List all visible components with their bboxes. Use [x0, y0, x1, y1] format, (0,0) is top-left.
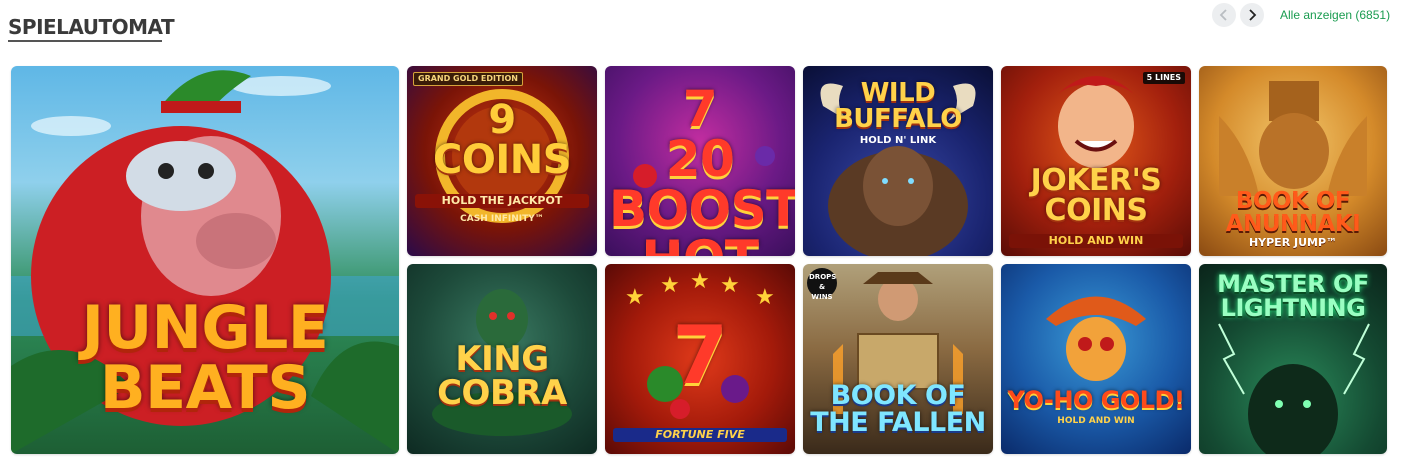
svg-text:★: ★ [755, 284, 775, 309]
svg-text:★: ★ [690, 268, 710, 293]
game-subtitle: FORTUNE FIVE [613, 428, 787, 442]
svg-text:★: ★ [660, 272, 680, 297]
game-subtitle: HOLD THE JACKPOT [415, 194, 589, 208]
game-title: 7 20 BOOST HOT [609, 80, 795, 256]
game-title: 9 COINS [432, 97, 572, 183]
game-tile-20-boost-hot[interactable]: 7 20 BOOST HOT [605, 66, 795, 256]
carousel-prev-button[interactable] [1212, 3, 1236, 27]
game-tile-jungle-beats[interactable]: JUNGLE BEATS [11, 66, 399, 454]
game-title: YO-HO GOLD! [1007, 386, 1185, 414]
carousel-next-button[interactable] [1240, 3, 1264, 27]
game-tile-jokers-coins[interactable]: 5 LINES JOKER'S COINS HOLD AND WIN [1001, 66, 1191, 256]
game-subtitle: HOLD AND WIN [1057, 416, 1135, 426]
game-tile-king-cobra[interactable]: KING COBRA [407, 264, 597, 454]
svg-text:★: ★ [625, 284, 645, 309]
game-tile-master-of-lightning[interactable]: MASTER OF LIGHTNING [1199, 264, 1387, 454]
show-all-link[interactable]: Alle anzeigen (6851) [1280, 7, 1390, 23]
game-tile-book-of-anunnaki[interactable]: BOOK OF ANUNNAKI HYPER JUMP™ [1199, 66, 1387, 256]
chevron-left-icon [1219, 9, 1227, 21]
section-title: SPIELAUTOMAT [8, 15, 175, 39]
game-subtitle-2: CASH INFINITY™ [460, 214, 544, 224]
game-title: KING COBRA [437, 339, 567, 413]
game-title: JOKER'S COINS [1030, 163, 1162, 228]
lines-badge: 5 LINES [1142, 72, 1185, 84]
chevron-right-icon [1249, 9, 1257, 21]
game-subtitle: HOLD N' LINK [859, 135, 937, 146]
game-tile-yo-ho-gold[interactable]: YO-HO GOLD! HOLD AND WIN [1001, 264, 1191, 454]
edition-badge: GRAND GOLD EDITION [413, 72, 523, 86]
game-tile-fortune-five[interactable]: ★ ★ ★ ★ ★ 7 FORTUNE FIVE [605, 264, 795, 454]
game-title: WILD BUFFALO [834, 78, 962, 134]
game-tile-book-of-the-fallen[interactable]: DROPS & WINS BOOK OF THE FALLEN [803, 264, 993, 454]
game-title: BOOK OF THE FALLEN [810, 380, 986, 438]
game-subtitle: HOLD AND WIN [1009, 234, 1183, 248]
game-tile-9-coins[interactable]: GRAND GOLD EDITION 9 COINS HOLD THE JACK… [407, 66, 597, 256]
game-title: JUNGLE BEATS [81, 293, 329, 423]
game-tile-wild-buffalo[interactable]: WILD BUFFALO HOLD N' LINK [803, 66, 993, 256]
game-subtitle: HYPER JUMP™ [1248, 236, 1338, 249]
drops-wins-badge: DROPS & WINS [807, 268, 837, 301]
game-title: MASTER OF LIGHTNING [1217, 270, 1369, 322]
svg-text:★: ★ [720, 272, 740, 297]
game-title: BOOK OF ANUNNAKI [1225, 188, 1361, 237]
game-title: 7 [672, 309, 728, 402]
title-underline [8, 40, 162, 42]
